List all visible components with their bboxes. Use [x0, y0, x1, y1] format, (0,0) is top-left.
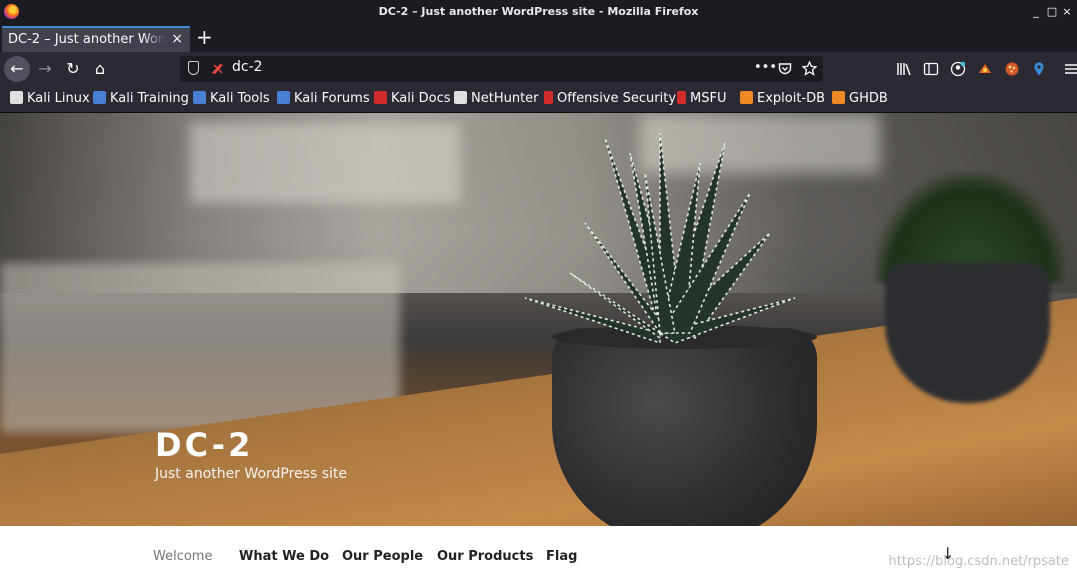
url-text[interactable]: dc-2	[232, 59, 263, 75]
sidebar-icon[interactable]	[923, 61, 939, 77]
hero-plant-pot	[552, 328, 817, 526]
new-tab-button[interactable]: +	[196, 27, 213, 47]
bookmark-exploit-db[interactable]: Exploit-DB	[740, 91, 825, 109]
kali-training-icon	[93, 91, 106, 104]
tab-dc2[interactable]: DC-2 – Just another WordPress site ×	[2, 26, 190, 52]
bookmark-label: Kali Tools	[210, 91, 270, 106]
reload-button[interactable]: ↻	[60, 56, 86, 82]
window-title: DC-2 – Just another WordPress site - Moz…	[378, 5, 699, 18]
bookmark-kali-linux[interactable]: Kali Linux	[10, 91, 90, 109]
bookmarks-toolbar: Kali Linux Kali Training Kali Tools Kali…	[0, 86, 1077, 113]
nav-what-we-do[interactable]: What We Do	[239, 549, 329, 564]
bookmark-msfu[interactable]: MSFU	[677, 91, 726, 109]
site-icon	[212, 64, 223, 74]
nav-flag[interactable]: Flag	[546, 549, 577, 564]
bookmark-label: Kali Forums	[294, 91, 370, 106]
close-window-button[interactable]: ×	[1061, 6, 1073, 18]
bookmark-label: Kali Linux	[27, 91, 90, 106]
url-bar[interactable]: dc-2 •••	[180, 56, 823, 82]
back-button[interactable]: ←	[4, 56, 30, 82]
site-tagline: Just another WordPress site	[155, 466, 348, 482]
bookmark-kali-forums[interactable]: Kali Forums	[277, 91, 370, 109]
hero-window-blur	[190, 123, 460, 203]
bookmark-ghdb[interactable]: GHDB	[832, 91, 888, 109]
account-icon[interactable]	[950, 61, 966, 77]
nav-our-people[interactable]: Our People	[342, 549, 423, 564]
extension-icon[interactable]	[1031, 61, 1047, 77]
site-navigation: Welcome What We Do Our People Our Produc…	[0, 526, 1077, 581]
tab-close-icon[interactable]: ×	[171, 31, 183, 47]
navigation-toolbar: ← → ↻ ⌂ dc-2 •••	[0, 52, 1077, 86]
tab-label: DC-2 – Just another WordPress site	[8, 32, 166, 47]
site-title[interactable]: DC-2	[155, 426, 253, 464]
watermark: https://blog.csdn.net/rpsate	[888, 554, 1070, 569]
extension-icon[interactable]	[1004, 61, 1020, 77]
bookmark-label: Exploit-DB	[757, 91, 826, 106]
offsec-icon	[544, 91, 553, 104]
minimize-button[interactable]: _	[1030, 6, 1042, 18]
bookmark-kali-tools[interactable]: Kali Tools	[193, 91, 270, 109]
window-titlebar: DC-2 – Just another WordPress site - Moz…	[0, 0, 1077, 24]
bookmark-label: GHDB	[849, 91, 888, 106]
maximize-button[interactable]: □	[1046, 6, 1058, 18]
bookmark-kali-training[interactable]: Kali Training	[93, 91, 189, 109]
bookmark-star-icon[interactable]	[802, 61, 817, 76]
bookmark-label: Offensive Security	[557, 91, 677, 106]
bookmark-label: Kali Docs	[391, 91, 451, 106]
header-hero-image: DC-2 Just another WordPress site	[0, 113, 1077, 526]
bookmark-kali-docs[interactable]: Kali Docs	[374, 91, 451, 109]
page-actions-icon[interactable]: •••	[754, 60, 777, 75]
bookmark-label: Kali Training	[110, 91, 189, 106]
tab-strip: DC-2 – Just another WordPress site ×	[0, 24, 1077, 52]
hero-succulent	[524, 133, 796, 345]
bookmark-label: MSFU	[690, 91, 727, 106]
kali-tools-icon	[193, 91, 206, 104]
ghdb-icon	[832, 91, 845, 104]
nav-welcome[interactable]: Welcome	[153, 549, 212, 564]
bookmark-offensive-security[interactable]: Offensive Security	[544, 91, 676, 109]
kali-docs-icon	[374, 91, 387, 104]
nav-our-products[interactable]: Our Products	[437, 549, 533, 564]
msfu-icon	[677, 91, 686, 104]
exploit-db-icon	[740, 91, 753, 104]
pocket-icon[interactable]	[778, 62, 792, 76]
nethunter-icon	[454, 91, 467, 104]
bookmark-nethunter[interactable]: NetHunter	[454, 91, 539, 109]
shield-icon[interactable]	[188, 61, 199, 75]
forward-button[interactable]: →	[32, 56, 58, 82]
extension-icon[interactable]	[977, 61, 993, 77]
kali-dragon-icon	[10, 91, 23, 104]
library-icon[interactable]	[896, 61, 912, 77]
kali-forums-icon	[277, 91, 290, 104]
bookmark-label: NetHunter	[471, 91, 539, 106]
menu-icon[interactable]	[1063, 61, 1077, 77]
home-button[interactable]: ⌂	[87, 56, 113, 82]
